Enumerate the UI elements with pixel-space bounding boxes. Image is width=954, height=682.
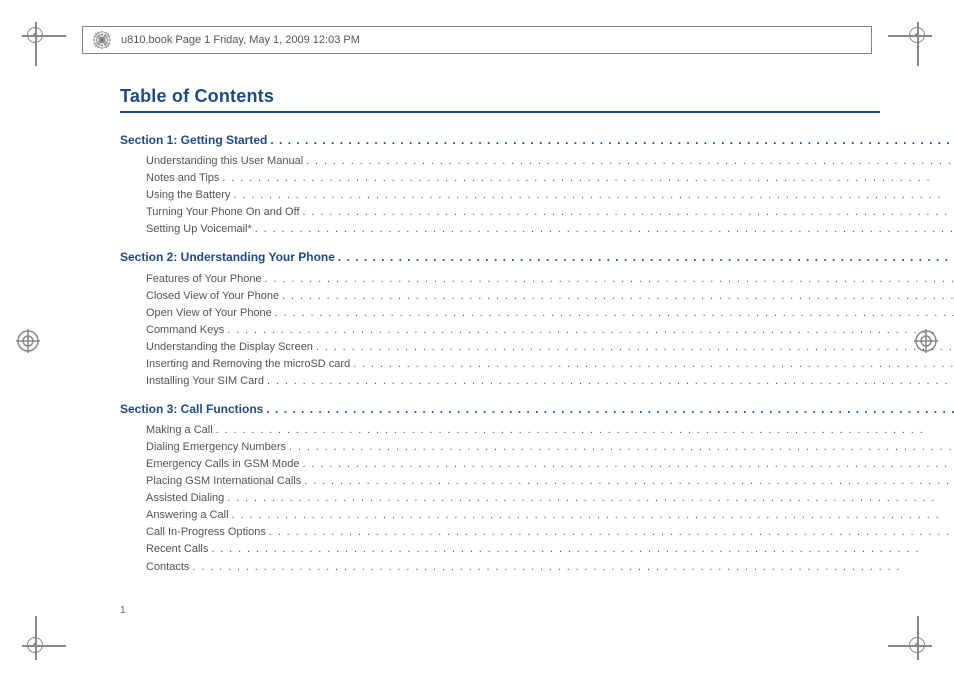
toc-item: Features of Your Phone9 — [120, 271, 954, 288]
toc-entry-label: Placing GSM International Calls — [146, 473, 301, 490]
toc-entry-label: Recent Calls — [146, 541, 208, 558]
toc-entry-label: Understanding the Display Screen — [146, 339, 313, 356]
toc-leader-dots — [213, 422, 954, 439]
toc-entry-label: Open View of Your Phone — [146, 305, 272, 322]
registration-mark-left — [16, 329, 40, 353]
toc-section: Section 1: Getting Started4 — [120, 131, 954, 150]
toc-item: Inserting and Removing the microSD card1… — [120, 356, 954, 373]
toc-leader-dots — [300, 204, 954, 221]
toc-entry-label: Dialing Emergency Numbers — [146, 439, 286, 456]
toc-leader-dots — [230, 187, 954, 204]
toc-leader-dots — [286, 439, 954, 456]
toc-entry-label: Section 1: Getting Started — [120, 131, 267, 150]
toc-item: Call In-Progress Options24 — [120, 524, 954, 541]
toc-leader-dots — [301, 473, 954, 490]
toc-leader-dots — [229, 507, 954, 524]
toc-entry-label: Inserting and Removing the microSD card — [146, 356, 350, 373]
toc-leader-dots — [208, 541, 954, 558]
crop-mark-bottom-left — [6, 616, 66, 676]
crop-mark-top-right — [888, 6, 948, 66]
toc-entry-label: Emergency Calls in GSM Mode — [146, 456, 299, 473]
page-number: 1 — [120, 605, 126, 616]
toc-section: Section 2: Understanding Your Phone9 — [120, 248, 954, 267]
toc-entry-label: Contacts — [146, 559, 189, 576]
toc-entry-label: Turning Your Phone On and Off — [146, 204, 300, 221]
toc-entry-label: Notes and Tips — [146, 170, 219, 187]
toc-leader-dots — [272, 305, 954, 322]
toc-item: Installing Your SIM Card19 — [120, 373, 954, 390]
toc-entry-label: Setting Up Voicemail* — [146, 221, 252, 238]
toc-leader-dots — [279, 288, 954, 305]
rosette-icon — [93, 31, 111, 49]
toc-leader-dots — [313, 339, 954, 356]
toc-item: Notes and Tips4 — [120, 170, 954, 187]
toc-entry-label: Section 2: Understanding Your Phone — [120, 248, 335, 267]
toc-item: Assisted Dialing23 — [120, 490, 954, 507]
toc-item: Placing GSM International Calls22 — [120, 473, 954, 490]
toc-entry-label: Understanding this User Manual — [146, 153, 303, 170]
page-body: Table of Contents Section 1: Getting Sta… — [120, 86, 880, 610]
toc-leader-dots — [299, 456, 954, 473]
crop-mark-top-left — [6, 6, 66, 66]
toc-item: Turning Your Phone On and Off8 — [120, 204, 954, 221]
print-header-text: u810.book Page 1 Friday, May 1, 2009 12:… — [121, 34, 360, 46]
toc-item: Using the Battery4 — [120, 187, 954, 204]
toc-entry-label: Making a Call — [146, 422, 213, 439]
toc-leader-dots — [335, 248, 954, 267]
toc-entry-label: Answering a Call — [146, 507, 229, 524]
toc-item: Recent Calls24 — [120, 541, 954, 558]
toc-item: Open View of Your Phone11 — [120, 305, 954, 322]
toc-leader-dots — [350, 356, 954, 373]
toc-item: Understanding this User Manual4 — [120, 153, 954, 170]
toc-leader-dots — [262, 271, 954, 288]
toc-leader-dots — [224, 322, 954, 339]
toc-entry-label: Closed View of Your Phone — [146, 288, 279, 305]
toc-entry-label: Assisted Dialing — [146, 490, 224, 507]
crop-mark-bottom-right — [888, 616, 948, 676]
toc-item: Answering a Call24 — [120, 507, 954, 524]
toc-item: Closed View of Your Phone9 — [120, 288, 954, 305]
toc-entry-label: Using the Battery — [146, 187, 230, 204]
toc-entry-label: Section 3: Call Functions — [120, 400, 263, 419]
toc-item: Understanding the Display Screen14 — [120, 339, 954, 356]
toc-leader-dots — [264, 373, 954, 390]
toc-item: Making a Call22 — [120, 422, 954, 439]
toc-leader-dots — [189, 559, 954, 576]
toc-entry-label: Features of Your Phone — [146, 271, 262, 288]
toc-item: Command Keys12 — [120, 322, 954, 339]
toc-leader-dots — [263, 400, 954, 419]
toc-entry-label: Installing Your SIM Card — [146, 373, 264, 390]
toc-column-left: Section 1: Getting Started4 Understanding… — [120, 131, 954, 586]
toc-leader-dots — [267, 131, 954, 150]
toc-leader-dots — [224, 490, 954, 507]
toc-leader-dots — [266, 524, 954, 541]
toc-leader-dots — [303, 153, 954, 170]
print-header-box: u810.book Page 1 Friday, May 1, 2009 12:… — [82, 26, 872, 54]
toc-section: Section 3: Call Functions22 — [120, 400, 954, 419]
toc-leader-dots — [219, 170, 954, 187]
toc-item: Setting Up Voicemail*8 — [120, 221, 954, 238]
toc-leader-dots — [252, 221, 954, 238]
toc-item: Emergency Calls in GSM Mode22 — [120, 456, 954, 473]
page-title: Table of Contents — [120, 86, 880, 113]
toc-item: Contacts28 — [120, 559, 954, 576]
toc-columns: Section 1: Getting Started4Understanding… — [120, 131, 880, 586]
toc-item: Dialing Emergency Numbers22 — [120, 439, 954, 456]
toc-entry-label: Call In-Progress Options — [146, 524, 266, 541]
toc-entry-label: Command Keys — [146, 322, 224, 339]
